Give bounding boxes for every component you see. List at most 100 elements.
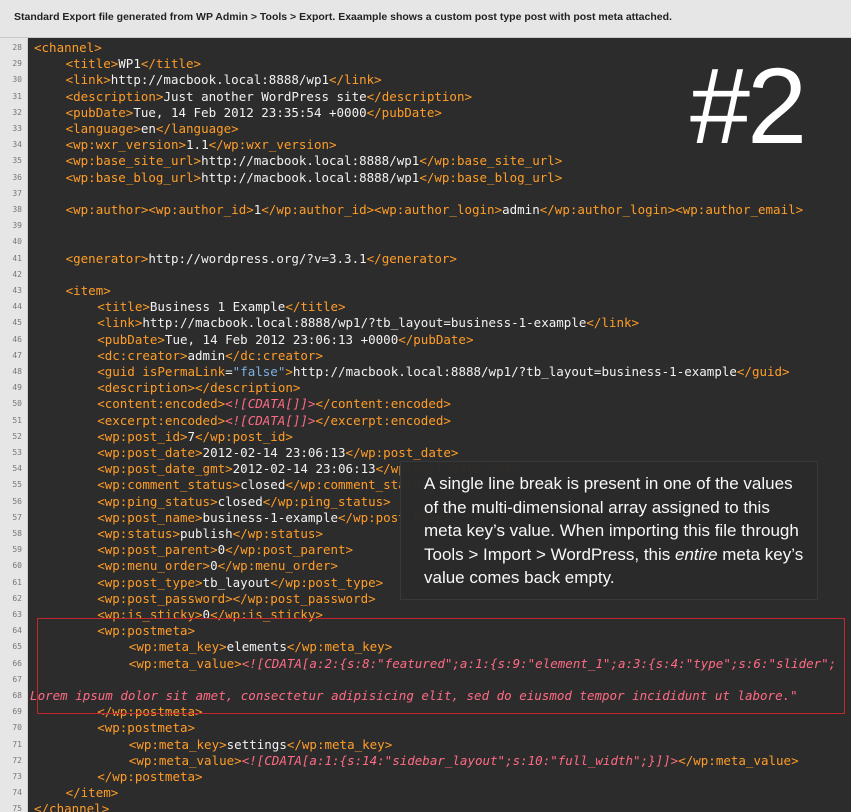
xml-tag: <wp:postmeta> (97, 623, 196, 639)
code-line: 74 </item> (12, 785, 851, 801)
xml-tag: </dc:creator> (225, 347, 323, 363)
xml-tag: <wp:author> (65, 202, 149, 217)
line-number: 55 (12, 480, 22, 490)
code-line: 49 <description></description> (12, 380, 851, 396)
step-number: #2 (690, 45, 807, 166)
tag-value: business-1-example (202, 509, 339, 525)
xml-tag: </wp:is_sticky> (210, 607, 323, 622)
code-line: 71 <wp:meta_key>settings</wp:meta_key> (12, 737, 851, 753)
code-text: <wp:post_parent>0</wp:post_parent> (97, 542, 353, 558)
tag-value: http://macbook.local:8888/wp1 (201, 169, 420, 185)
code-text: <pubDate>Tue, 14 Feb 2012 23:35:54 +0000… (66, 105, 442, 121)
line-number: 60 (12, 561, 22, 571)
code-text: <wp:meta_value><![CDATA[a:1:{s:14:"sideb… (129, 753, 799, 769)
line-number: 56 (12, 496, 22, 506)
tag-value: Just another WordPress site (163, 88, 367, 104)
tag-value: http://macbook.local:8888/wp1/?tb_layout… (292, 364, 737, 379)
code-line: 44 <title>Business 1 Example</title> (12, 299, 851, 315)
tag-value: en (140, 121, 156, 136)
code-text: <wp:is_sticky>0</wp:is_sticky> (97, 607, 323, 623)
code-text: <wp:post_date>2012-02-14 23:06:13</wp:po… (97, 445, 458, 461)
code-text: <title>WP1</title> (66, 56, 201, 72)
caption-text: Standard Export file generated from WP A… (14, 11, 672, 23)
line-number: 52 (12, 431, 22, 441)
tag-value: Tue, 14 Feb 2012 23:06:13 +0000 (164, 331, 399, 347)
code-text: </wp:postmeta> (97, 769, 202, 785)
code-line: 48 <guid isPermaLink="false">http://macbo… (12, 364, 851, 380)
xml-tag: <wp:post_name> (97, 509, 203, 525)
xml-tag: </wp:author_login> (539, 202, 676, 217)
code-line: 73 </wp:postmeta> (12, 769, 851, 785)
code-line: 52 <wp:post_id>7</wp:post_id> (12, 429, 851, 445)
xml-attribute: isPermaLink (142, 364, 226, 379)
tag-value: closed (217, 493, 263, 509)
line-number: 36 (12, 172, 22, 182)
code-text: <item> (66, 283, 111, 299)
xml-tag: <description> (97, 380, 196, 396)
annotation-emphasis: entire (675, 544, 718, 564)
xml-tag: </wp:meta_value> (678, 752, 799, 768)
line-number: 64 (12, 626, 22, 636)
line-number: 75 (12, 804, 22, 812)
code-line: 43 <item> (12, 283, 851, 299)
code-text: <channel> (34, 40, 102, 56)
xml-tag: </wp:post_parent> (225, 542, 354, 558)
line-number: 61 (12, 577, 22, 587)
code-line: 46 <pubDate>Tue, 14 Feb 2012 23:06:13 +00… (12, 331, 851, 348)
code-text: <wp:ping_status>closed</wp:ping_status> (97, 494, 391, 510)
cdata-value: <![CDATA[]]> (225, 412, 316, 428)
code-text: <wp:meta_key>elements</wp:meta_key> (129, 639, 392, 655)
line-number: 32 (12, 107, 22, 117)
tag-value: 2012-02-14 23:06:13 (202, 445, 346, 460)
xml-tag: </description> (195, 380, 301, 396)
tag-value: WP1 (118, 56, 141, 72)
tag-value: Tue, 14 Feb 2012 23:35:54 +0000 (133, 104, 367, 120)
code-line: 63 <wp:is_sticky>0</wp:is_sticky> (12, 607, 851, 623)
xml-tag: <wp:post_password> (97, 590, 233, 606)
line-number: 28 (12, 43, 22, 52)
code-text: <wp:wxr_version>1.1</wp:wxr_version> (66, 137, 337, 153)
tag-value: 0 (202, 607, 211, 622)
xml-tag: <wp:post_id> (97, 428, 188, 444)
xml-tag: <wp:postmeta> (97, 720, 196, 736)
xml-tag: <wp:author_email> (675, 202, 804, 217)
xml-tag: </wp:meta_key> (286, 639, 393, 655)
xml-tag: <wp:post_date_gmt> (97, 461, 233, 477)
tag-value: 0 (210, 558, 218, 574)
line-number: 72 (12, 755, 22, 765)
xml-tag: <wp:meta_value> (128, 752, 242, 768)
xml-tag: <wp:base_blog_url> (65, 169, 202, 185)
line-number: 31 (12, 91, 22, 101)
code-line: 75 </channel> (12, 801, 851, 812)
xml-tag: <link> (65, 72, 111, 88)
tag-value: Business 1 Example (149, 299, 286, 315)
tag-value: tb_layout (202, 574, 271, 590)
annotation-text: A single line break is present in one of… (424, 472, 804, 590)
xml-tag: <guid (97, 364, 143, 379)
code-text: <wp:meta_key>settings</wp:meta_key> (129, 737, 392, 753)
code-text: <wp:menu_order>0</wp:menu_order> (97, 558, 338, 574)
xml-tag: </excerpt:encoded> (315, 412, 451, 428)
line-number: 38 (12, 205, 22, 214)
xml-tag: <wp:comment_status> (97, 477, 241, 493)
code-text: <description>Just another WordPress site… (66, 89, 472, 105)
line-number: 68 (12, 691, 22, 700)
xml-tag: </generator> (366, 250, 457, 266)
xml-tag: <item> (65, 283, 111, 298)
code-text: <wp:comment_status>closed</wp:comment_st… (97, 477, 436, 493)
code-text: <wp:post_id>7</wp:post_id> (97, 429, 293, 445)
code-text: <guid isPermaLink="false">http://macbook… (97, 364, 789, 380)
line-number: 35 (12, 156, 22, 166)
code-line: 69 </wp:postmeta> (12, 704, 851, 720)
tag-value: admin (502, 202, 540, 217)
tag-value: 2012-02-14 23:06:13 (232, 461, 376, 477)
line-number: 49 (12, 383, 22, 393)
tag-value: 1.1 (186, 137, 209, 153)
tag-value: publish (179, 526, 233, 541)
code-line: 64 <wp:postmeta> (12, 623, 851, 639)
line-number: 46 (12, 334, 22, 344)
code-line: 40 (12, 234, 851, 250)
tag-value: http://wordpress.org/?v=3.3.1 (148, 250, 367, 266)
code-text: <wp:base_blog_url>http://macbook.local:8… (66, 170, 563, 186)
code-line: 39 (12, 218, 851, 234)
